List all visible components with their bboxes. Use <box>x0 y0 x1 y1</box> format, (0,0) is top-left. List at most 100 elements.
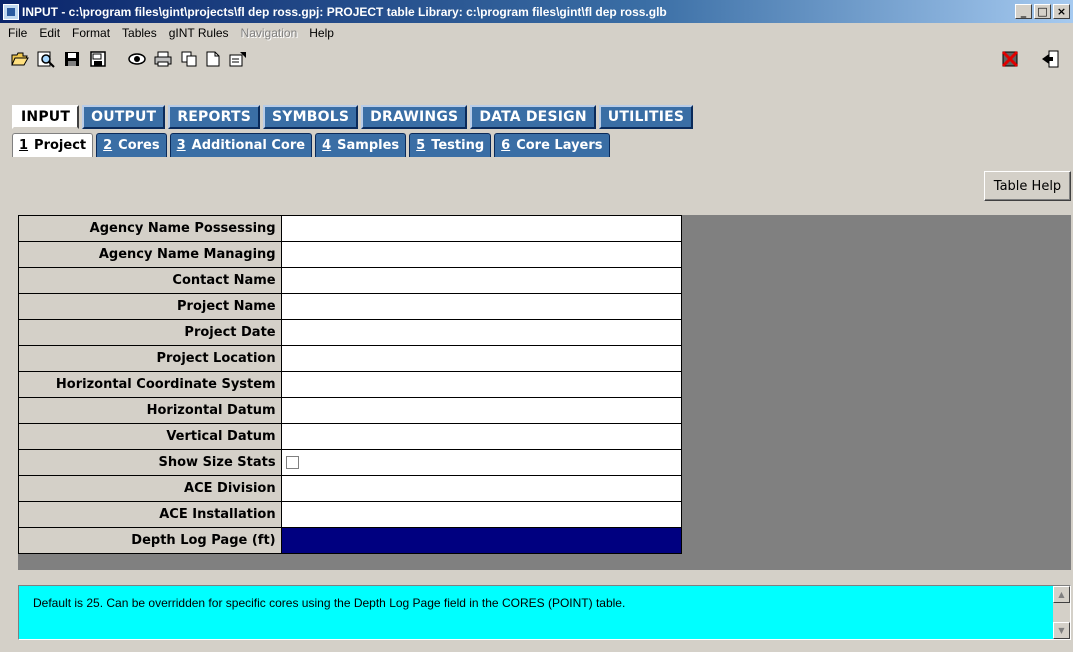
open-folder-icon[interactable] <box>10 49 30 69</box>
subtab-label: Additional Core <box>191 138 306 153</box>
horizontal-coordinate-system-field[interactable] <box>281 372 682 397</box>
new-document-icon[interactable] <box>203 49 223 69</box>
tab-reports[interactable]: REPORTS <box>168 105 261 129</box>
menu-format[interactable]: Format <box>66 26 116 40</box>
subtab-label: Testing <box>431 138 485 153</box>
field-label: Contact Name <box>19 268 282 293</box>
maximize-button[interactable]: □ <box>1034 4 1051 19</box>
help-scrollbar[interactable]: ▲ ▼ <box>1053 586 1070 639</box>
save-icon[interactable] <box>62 49 82 69</box>
search-icon[interactable] <box>36 49 56 69</box>
tab-drawings[interactable]: DRAWINGS <box>361 105 468 129</box>
exit-icon[interactable] <box>1040 49 1060 69</box>
field-label: Project Date <box>19 320 282 345</box>
menu-tables[interactable]: Tables <box>116 26 163 40</box>
scroll-down-button[interactable]: ▼ <box>1053 622 1070 639</box>
depth-log-page-field[interactable] <box>281 528 682 553</box>
ace-installation-field[interactable] <box>281 502 682 527</box>
subtab-number: 2 <box>103 138 113 153</box>
subtab-label: Cores <box>118 138 160 153</box>
field-label: Project Location <box>19 346 282 371</box>
subtab-core-layers[interactable]: 6 Core Layers <box>494 133 610 157</box>
tab-output[interactable]: OUTPUT <box>82 105 166 129</box>
print-icon[interactable] <box>153 49 173 69</box>
field-label: Horizontal Coordinate System <box>19 372 282 397</box>
subtab-number: 1 <box>19 138 29 153</box>
field-label: Project Name <box>19 294 282 319</box>
field-label: Depth Log Page (ft) <box>19 528 282 553</box>
table-help-button[interactable]: Table Help <box>984 171 1071 201</box>
menu-edit[interactable]: Edit <box>33 26 66 40</box>
field-help-text: Default is 25. Can be overridden for spe… <box>33 596 626 610</box>
title-bar: INPUT - c:\program files\gint\projects\f… <box>0 0 1073 23</box>
window-controls: _ □ × <box>1015 4 1070 19</box>
subtab-samples[interactable]: 4 Samples <box>315 133 407 157</box>
field-label: Show Size Stats <box>19 450 282 475</box>
table-row: ACE Installation <box>19 502 682 528</box>
ace-division-field[interactable] <box>281 476 682 501</box>
subtab-testing[interactable]: 5 Testing <box>409 133 492 157</box>
table-row: Show Size Stats <box>19 450 682 476</box>
project-date-field[interactable] <box>281 320 682 345</box>
field-label: Agency Name Managing <box>19 242 282 267</box>
field-label: Horizontal Datum <box>19 398 282 423</box>
table-row: Horizontal Coordinate System <box>19 372 682 398</box>
field-label: ACE Division <box>19 476 282 501</box>
project-name-field[interactable] <box>281 294 682 319</box>
copy-icon[interactable] <box>179 49 199 69</box>
table-row: Vertical Datum <box>19 424 682 450</box>
table-row: Project Date <box>19 320 682 346</box>
toolbar <box>0 45 1073 73</box>
menu-file[interactable]: File <box>2 26 33 40</box>
minimize-button[interactable]: _ <box>1015 4 1032 19</box>
table-row: Project Location <box>19 346 682 372</box>
properties-icon[interactable] <box>228 49 248 69</box>
subtab-label: Core Layers <box>516 138 603 153</box>
grid-area: Agency Name Possessing Agency Name Manag… <box>18 215 1071 570</box>
contact-name-field[interactable] <box>281 268 682 293</box>
subtab-project[interactable]: 1 Project <box>12 133 94 157</box>
delete-record-icon[interactable] <box>1000 49 1020 69</box>
horizontal-datum-field[interactable] <box>281 398 682 423</box>
project-table: Agency Name Possessing Agency Name Manag… <box>18 215 682 554</box>
table-row: Horizontal Datum <box>19 398 682 424</box>
close-button[interactable]: × <box>1053 4 1070 19</box>
save-as-icon[interactable] <box>88 49 108 69</box>
tab-content-header <box>0 157 1073 207</box>
tab-data-design[interactable]: DATA DESIGN <box>470 105 596 129</box>
subtab-number: 4 <box>322 138 332 153</box>
table-row: Agency Name Possessing <box>19 216 682 242</box>
menu-bar: File Edit Format Tables gINT Rules Navig… <box>0 24 340 42</box>
table-tabs: 1 Project 2 Cores 3 Additional Core 4 Sa… <box>12 133 613 157</box>
subtab-cores[interactable]: 2 Cores <box>96 133 167 157</box>
subtab-number: 3 <box>176 138 186 153</box>
table-row: Depth Log Page (ft) <box>19 528 682 554</box>
show-size-stats-checkbox[interactable] <box>285 456 299 469</box>
project-location-field[interactable] <box>281 346 682 371</box>
scroll-up-button[interactable]: ▲ <box>1053 586 1070 603</box>
table-row: Agency Name Managing <box>19 242 682 268</box>
subtab-number: 6 <box>501 138 511 153</box>
field-label: Agency Name Possessing <box>19 216 282 241</box>
window-title: INPUT - c:\program files\gint\projects\f… <box>22 4 667 19</box>
table-row: Project Name <box>19 294 682 320</box>
vertical-datum-field[interactable] <box>281 424 682 449</box>
subtab-additional-core[interactable]: 3 Additional Core <box>169 133 313 157</box>
menu-gint-rules[interactable]: gINT Rules <box>163 26 235 40</box>
menu-help[interactable]: Help <box>303 26 340 40</box>
field-label: ACE Installation <box>19 502 282 527</box>
subtab-number: 5 <box>416 138 426 153</box>
field-help-box: Default is 25. Can be overridden for spe… <box>18 585 1071 640</box>
tab-input[interactable]: INPUT <box>12 105 80 129</box>
tab-symbols[interactable]: SYMBOLS <box>263 105 359 129</box>
show-size-stats-field <box>281 450 682 475</box>
table-row: Contact Name <box>19 268 682 294</box>
agency-name-possessing-field[interactable] <box>281 216 682 241</box>
preview-icon[interactable] <box>127 49 147 69</box>
tab-utilities[interactable]: UTILITIES <box>598 105 694 129</box>
main-tabs: INPUT OUTPUT REPORTS SYMBOLS DRAWINGS DA… <box>12 105 694 129</box>
subtab-label: Samples <box>337 138 400 153</box>
field-label: Vertical Datum <box>19 424 282 449</box>
app-icon <box>3 3 19 20</box>
agency-name-managing-field[interactable] <box>281 242 682 267</box>
